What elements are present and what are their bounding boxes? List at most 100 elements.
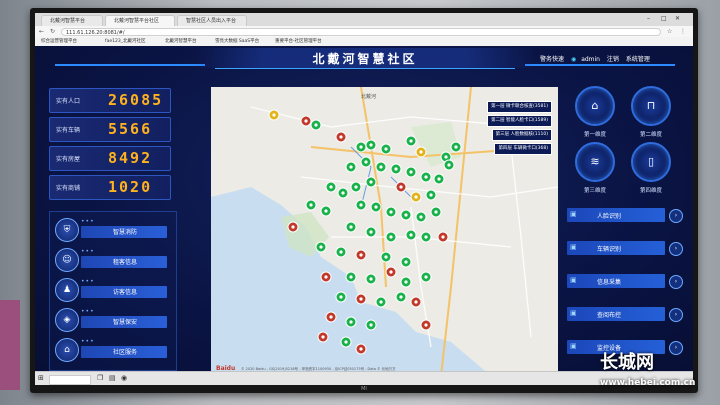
- map-marker-dot: [339, 250, 343, 254]
- chrome-icon[interactable]: ◉: [121, 374, 127, 382]
- stat-value: 8492: [108, 149, 153, 167]
- legend-layer-3[interactable]: 第三层 人脸数据核(1110): [491, 129, 552, 141]
- browser-tab[interactable]: 北戴河智慧平台: [41, 15, 103, 26]
- system-admin-link[interactable]: 系统管理: [626, 56, 650, 63]
- map-marker-dot: [447, 163, 451, 167]
- map-marker-dot: [429, 193, 433, 197]
- arrow-icon[interactable]: ›: [669, 242, 683, 256]
- map-marker-dot: [369, 277, 373, 281]
- back-icon[interactable]: ←: [39, 28, 44, 35]
- stat-label: 实有车辆: [56, 127, 81, 134]
- arrow-icon[interactable]: ›: [669, 341, 683, 355]
- tab-label: 北戴河智慧平台社区: [114, 18, 160, 24]
- menu-label: 智慧保安: [113, 319, 138, 326]
- map-marker-dot: [454, 145, 458, 149]
- map-marker-dot: [359, 347, 363, 351]
- map-marker-dot: [339, 135, 343, 139]
- username[interactable]: admin: [581, 56, 600, 63]
- menu-item-fire[interactable]: ⛨ ••• 智慧消防: [55, 218, 173, 242]
- dots-decoration: •••: [81, 278, 95, 285]
- map-marker-dot: [424, 175, 428, 179]
- bookmark-item[interactable]: 重要平台-社区管理平台: [275, 38, 322, 45]
- menu-bar: 社区服务: [81, 346, 167, 358]
- maximize-icon[interactable]: □: [661, 15, 667, 22]
- button-label: 人脸识别: [597, 213, 622, 220]
- map-marker-dot: [389, 210, 393, 214]
- map-marker-dot: [359, 145, 363, 149]
- minimize-icon[interactable]: –: [647, 15, 650, 22]
- map-marker-dot: [414, 195, 418, 199]
- watermark-url: www.hebei.com.cn: [600, 378, 696, 388]
- menu-item-service[interactable]: ⌂ ••• 社区服务: [55, 338, 173, 362]
- map-marker-dot: [369, 323, 373, 327]
- menu-item-visitors[interactable]: ♟ ••• 访客信息: [55, 278, 173, 302]
- dimension-3[interactable]: ≋ 第三维度: [575, 142, 617, 194]
- control-check-button[interactable]: ▣ 查阅布控: [567, 307, 665, 321]
- dots-decoration: •••: [81, 248, 95, 255]
- header-line-left: [55, 64, 205, 66]
- map-marker-dot: [409, 139, 413, 143]
- legend-layer-1[interactable]: 第一层 微卡联合核查(3581): [487, 101, 552, 113]
- dimension-2[interactable]: ⊓ 第二维度: [631, 86, 673, 138]
- refresh-icon[interactable]: ↻: [50, 28, 55, 35]
- dial-caption: 第一维度: [583, 132, 606, 138]
- map-marker-dot: [444, 155, 448, 159]
- browser-tab[interactable]: 智慧社区人员出入平台: [177, 15, 247, 26]
- map-marker-dot: [419, 215, 423, 219]
- dial-caption: 第三维度: [583, 188, 606, 194]
- menu-label: 社区服务: [113, 349, 138, 356]
- map-marker-dot: [384, 255, 388, 259]
- logout-link[interactable]: 注销: [607, 56, 619, 63]
- dial-caption: 第二维度: [639, 132, 662, 138]
- menu-icon[interactable]: ⋮: [680, 28, 686, 35]
- dimension-4[interactable]: ▯ 第四维度: [631, 142, 673, 194]
- taskbar-search[interactable]: [49, 375, 91, 385]
- background-poster: [0, 300, 20, 390]
- map-marker-dot: [389, 235, 393, 239]
- arrow-icon[interactable]: ›: [669, 275, 683, 289]
- bookmark-item[interactable]: 北戴河智慧平台: [165, 38, 197, 45]
- map-marker-dot: [424, 235, 428, 239]
- bookmark-item[interactable]: fae123_北戴河社区: [105, 38, 145, 45]
- dashboard: 北戴河智慧社区 警务快速 ◉ admin 注销 系统管理 实有人口 26085 实…: [35, 46, 693, 376]
- header-line-right: [525, 64, 675, 66]
- map-marker-dot: [319, 245, 323, 249]
- info-collection-button[interactable]: ▣ 信息采集: [567, 274, 665, 288]
- button-label: 查阅布控: [597, 312, 622, 319]
- star-icon[interactable]: ☆: [667, 28, 672, 35]
- monitor-icon: ▣: [570, 309, 577, 317]
- face-recognition-button[interactable]: ▣ 人脸识别: [567, 208, 665, 222]
- map-marker-dot: [329, 185, 333, 189]
- menu-item-tenants[interactable]: ☺ ••• 租客信息: [55, 248, 173, 272]
- arrow-icon[interactable]: ›: [669, 308, 683, 322]
- file-explorer-icon[interactable]: ▤: [109, 374, 116, 382]
- address-bar[interactable]: 111.61.126.20:8081/#/: [61, 28, 661, 36]
- bookmark-item[interactable]: 综合运营管理平台: [41, 38, 77, 45]
- dots-decoration: •••: [81, 338, 95, 345]
- dots-decoration: •••: [81, 218, 95, 225]
- map-marker-dot: [399, 185, 403, 189]
- menu-item-security[interactable]: ◈ ••• 智慧保安: [55, 308, 173, 332]
- menu-bar: 租客信息: [81, 256, 167, 268]
- monitor-brand: MI: [361, 386, 367, 392]
- legend-layer-2[interactable]: 第二层 智能人脸卡口(1589): [487, 115, 552, 127]
- browser-toolbar: ← ↻ 111.61.126.20:8081/#/ ☆ ⋮: [35, 26, 693, 37]
- arrow-icon[interactable]: ›: [669, 209, 683, 223]
- map-marker-dot: [404, 260, 408, 264]
- map-marker-dot: [349, 320, 353, 324]
- dimension-1[interactable]: ⌂ 第一维度: [575, 86, 617, 138]
- browser-tab-active[interactable]: 北戴河智慧平台社区: [105, 15, 175, 26]
- map[interactable]: 北戴河 第一层 微卡联合核查(3581) 第二层 智能人脸卡口(1589) 第三…: [211, 87, 558, 376]
- menu-label: 访客信息: [113, 289, 138, 296]
- vehicle-recognition-button[interactable]: ▣ 车辆识别: [567, 241, 665, 255]
- tab-label: 智慧社区人员出入平台: [186, 18, 237, 24]
- close-icon[interactable]: ✕: [675, 15, 680, 22]
- quick-link[interactable]: 警务快速: [540, 56, 564, 63]
- windows-taskbar: ⊞ ❐ ▤ ◉: [35, 371, 693, 385]
- bookmark-item[interactable]: 雪亮大数据 SaaS平台: [215, 38, 259, 45]
- task-view-icon[interactable]: ❐: [97, 374, 103, 382]
- legend-layer-4[interactable]: 第四层 车辆微卡口(368): [494, 143, 552, 155]
- map-marker-dot: [404, 280, 408, 284]
- map-marker-dot: [339, 295, 343, 299]
- windows-start-icon[interactable]: ⊞: [38, 374, 44, 382]
